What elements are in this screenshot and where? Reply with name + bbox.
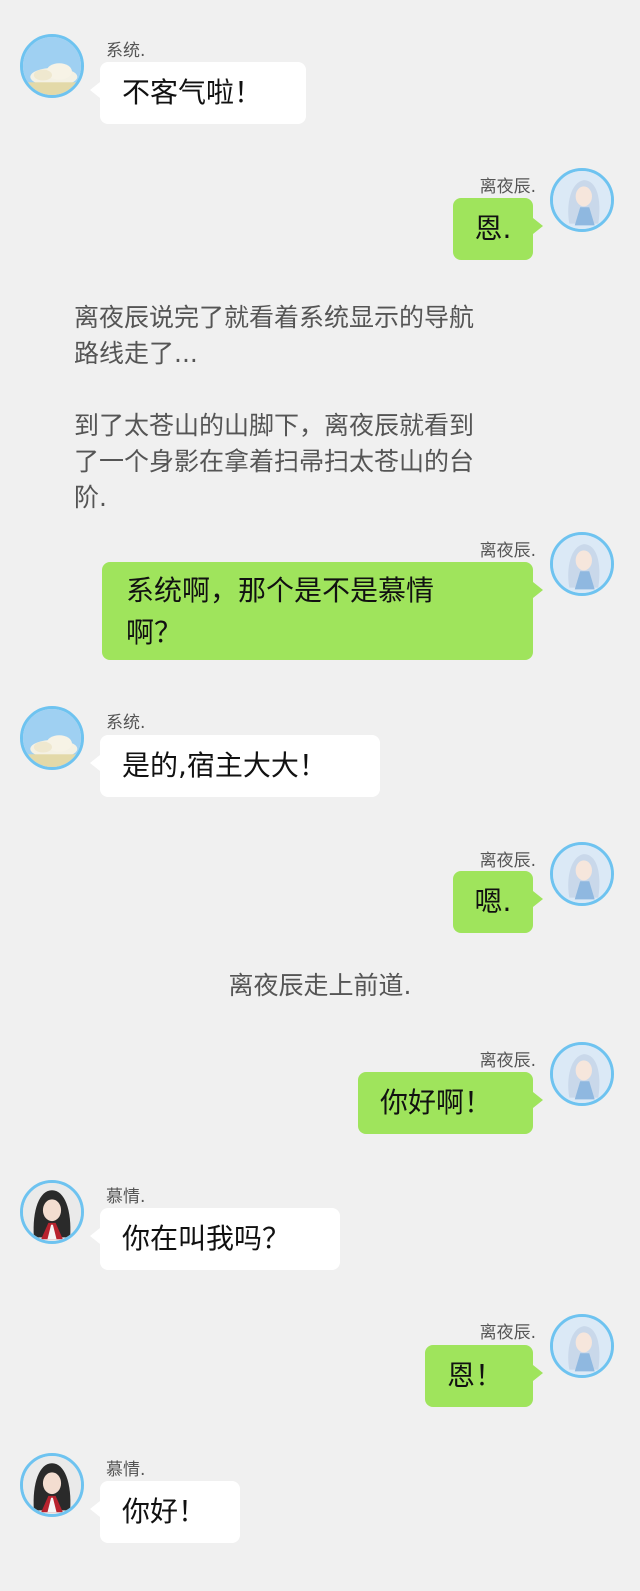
message-text: 恩！ bbox=[447, 1359, 504, 1392]
message-bubble-incoming[interactable]: 不客气啦！ bbox=[90, 62, 306, 124]
message-text: 你在叫我吗？ bbox=[122, 1222, 291, 1255]
message-text: 嗯. bbox=[474, 885, 512, 918]
li-yechen-avatar-image[interactable] bbox=[550, 1314, 614, 1378]
li-yechen-avatar-image[interactable] bbox=[550, 168, 614, 232]
silver-hair-character-avatar-icon bbox=[553, 845, 611, 903]
mu-qing-avatar-image[interactable] bbox=[20, 1453, 84, 1517]
silver-hair-character-avatar-icon bbox=[553, 535, 611, 593]
narration-line: 了一个身影在拿着扫帚扫太苍山的台 bbox=[74, 447, 475, 476]
silver-hair-character-avatar-icon bbox=[553, 1317, 611, 1375]
message-text: 不客气啦！ bbox=[122, 76, 263, 109]
narration-line: 离夜辰说完了就看着系统显示的导航 bbox=[74, 303, 475, 332]
narration-line: 阶. bbox=[74, 483, 107, 512]
message-bubble-incoming[interactable]: 是的,宿主大大！ bbox=[90, 735, 380, 797]
message-bubble-incoming[interactable]: 你好！ bbox=[90, 1481, 240, 1543]
message-text: 是的,宿主大大！ bbox=[122, 749, 327, 782]
sender-name-li-yechen: 离夜辰. bbox=[479, 1323, 536, 1343]
narration-block: 离夜辰说完了就看着系统显示的导航 路线走了... 到了太苍山的山脚下，离夜辰就看… bbox=[74, 300, 554, 516]
li-yechen-avatar-image[interactable] bbox=[550, 1042, 614, 1106]
message-text: 恩. bbox=[474, 212, 512, 245]
sender-name-li-yechen: 离夜辰. bbox=[479, 1051, 536, 1071]
narration-line-center: 离夜辰走上前道. bbox=[228, 971, 412, 1000]
mu-qing-avatar-image[interactable] bbox=[20, 1180, 84, 1244]
sky-cloud-avatar-icon bbox=[23, 37, 81, 95]
narration-line: 到了太苍山的山脚下，离夜辰就看到 bbox=[74, 411, 475, 440]
message-text: 你好啊！ bbox=[380, 1086, 493, 1119]
message-bubble-incoming[interactable]: 你在叫我吗？ bbox=[90, 1208, 340, 1270]
sender-name-system: 系统. bbox=[106, 41, 146, 61]
message-bubble-outgoing[interactable]: 恩. bbox=[453, 198, 543, 260]
message-bubble-outgoing[interactable]: 你好啊！ bbox=[358, 1072, 543, 1134]
system-avatar-image[interactable] bbox=[20, 706, 84, 770]
dark-hair-character-avatar-icon bbox=[23, 1456, 81, 1514]
narration-line: 路线走了... bbox=[74, 339, 198, 368]
message-bubble-outgoing[interactable]: 嗯. bbox=[453, 871, 543, 933]
silver-hair-character-avatar-icon bbox=[553, 1045, 611, 1103]
message-bubble-outgoing[interactable]: 系统啊，那个是不是慕情 啊？ bbox=[102, 562, 543, 660]
sender-name-li-yechen: 离夜辰. bbox=[479, 851, 536, 871]
sender-name-li-yechen: 离夜辰. bbox=[479, 177, 536, 197]
li-yechen-avatar-image[interactable] bbox=[550, 842, 614, 906]
message-text-line: 啊？ bbox=[126, 616, 183, 649]
silver-hair-character-avatar-icon bbox=[553, 171, 611, 229]
sender-name-mu-qing: 慕情. bbox=[106, 1460, 146, 1480]
li-yechen-avatar-image[interactable] bbox=[550, 532, 614, 596]
message-bubble-outgoing[interactable]: 恩！ bbox=[425, 1345, 543, 1407]
narration-gap bbox=[74, 372, 554, 408]
sky-cloud-avatar-icon bbox=[23, 709, 81, 767]
sender-name-li-yechen: 离夜辰. bbox=[479, 541, 536, 561]
dark-hair-character-avatar-icon bbox=[23, 1183, 81, 1241]
sender-name-mu-qing: 慕情. bbox=[106, 1187, 146, 1207]
system-avatar-image[interactable] bbox=[20, 34, 84, 98]
message-text-line: 系统啊，那个是不是慕情 bbox=[126, 574, 435, 607]
message-text: 你好！ bbox=[122, 1495, 207, 1528]
sender-name-system: 系统. bbox=[106, 713, 146, 733]
